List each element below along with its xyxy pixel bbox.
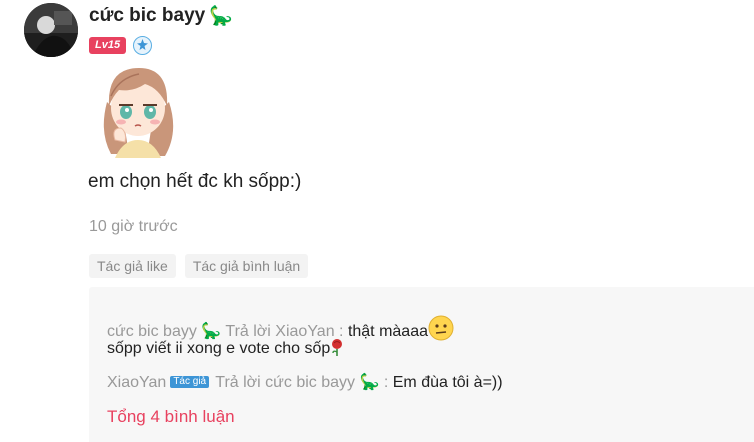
reply-to-label: Trả lời cức bic bayy	[215, 374, 356, 391]
confused-face-emoji-icon	[428, 315, 454, 348]
fan-rank-icon	[133, 36, 153, 55]
dinosaur-emoji-icon: 🦕	[359, 372, 380, 391]
reply-text: Em đùa tôi à=))	[392, 374, 503, 391]
tag-author-commented: Tác giả bình luận	[184, 254, 309, 278]
dinosaur-emoji-icon: 🦕	[209, 5, 233, 27]
rose-emoji-icon	[330, 338, 344, 363]
user-badges: Lv15	[89, 36, 153, 55]
reply-item[interactable]: XiaoYan Tác giả Trả lời cức bic bayy 🦕 : …	[107, 371, 503, 394]
tag-author-liked: Tác giả like	[89, 254, 176, 278]
replies-box: cức bic bayy 🦕 Trả lời XiaoYan : thật mà…	[89, 287, 754, 442]
reply-text: thật màaaa	[347, 323, 428, 340]
author-tags: Tác giả like Tác giả bình luận	[89, 254, 309, 278]
reply-text-line2: sốpp viết ii xong e vote cho sốp	[107, 340, 331, 357]
total-replies-link[interactable]: Tổng 4 bình luận	[107, 407, 235, 427]
avatar[interactable]	[24, 3, 78, 57]
comment-text: em chọn hết đc kh sốpp:)	[88, 171, 302, 192]
comment-time: 10 giờ trước	[89, 218, 178, 235]
reply-item-continued: sốpp viết ii xong e vote cho sốp	[107, 338, 344, 363]
username-text: cức bic bayy	[89, 4, 206, 26]
avatar-image	[24, 3, 78, 57]
anime-girl-thinking-sticker	[93, 62, 183, 158]
reply-author-name[interactable]: XiaoYan	[107, 374, 166, 391]
comment-username[interactable]: cức bic bayy 🦕	[89, 4, 233, 28]
author-badge: Tác giả	[170, 376, 210, 388]
level-badge: Lv15	[89, 37, 127, 54]
reply-colon: :	[383, 374, 389, 391]
